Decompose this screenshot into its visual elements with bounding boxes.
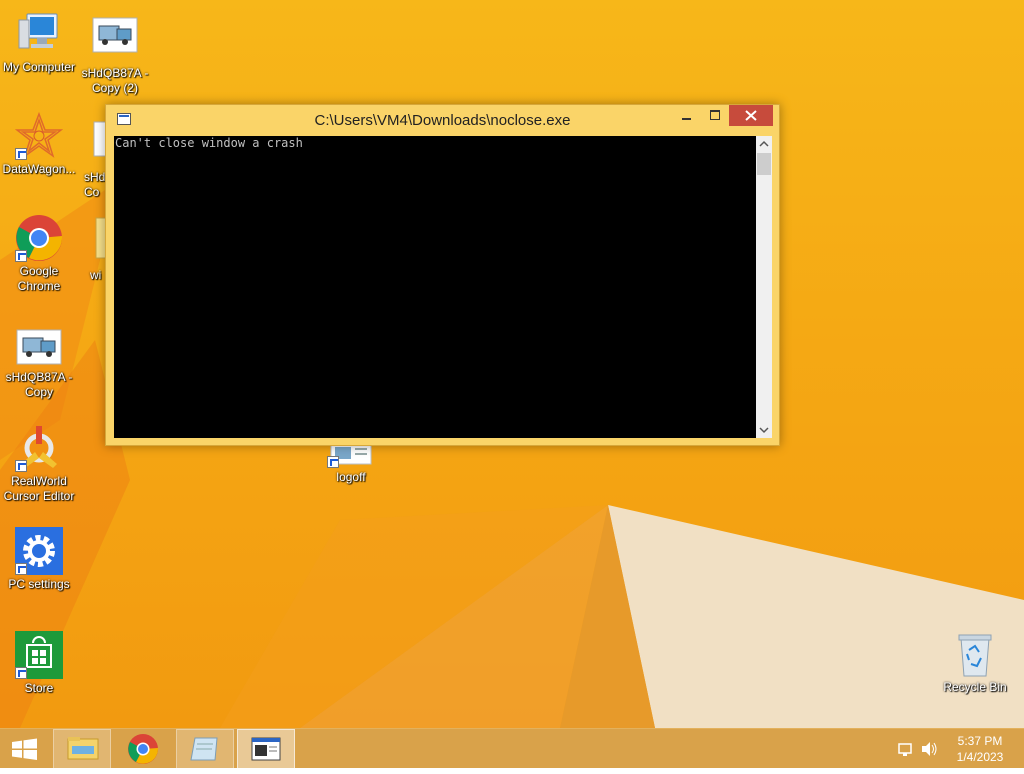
truck-image-icon <box>92 120 106 168</box>
chevron-down-icon <box>759 427 769 434</box>
desktop-icon-label: sHdQB87A - Copy (2) <box>81 66 149 95</box>
scroll-thumb[interactable] <box>757 153 771 175</box>
console-window[interactable]: C:\Users\VM4\Downloads\noclose.exe Can't… <box>105 104 780 446</box>
maximize-button[interactable] <box>701 105 728 126</box>
close-button[interactable] <box>729 105 773 126</box>
chrome-icon <box>15 214 63 262</box>
chrome-icon <box>128 734 159 764</box>
taskbar-chrome[interactable] <box>114 729 172 769</box>
taskbar-clock[interactable]: 5:37 PM 1/4/2023 <box>940 733 1020 765</box>
desktop-icon-label: My Computer <box>2 60 76 74</box>
notebook-icon <box>190 737 218 761</box>
gear-icon <box>15 527 63 575</box>
desktop: My Computer sHdQB87A - Copy (2) DataWago… <box>0 0 1024 728</box>
desktop-icon-shd-partial[interactable]: sHd Co <box>76 120 106 200</box>
speaker-icon <box>922 742 937 756</box>
network-tray-button[interactable] <box>896 729 916 769</box>
truck-image-icon <box>91 16 139 64</box>
shortcut-arrow-icon <box>15 250 27 262</box>
desktop-icon-label: RealWorld Cursor Editor <box>3 474 75 503</box>
desktop-icon-wi-partial[interactable]: wi <box>84 214 106 283</box>
logoff-icon <box>327 443 375 468</box>
desktop-icon-label: logoff <box>336 470 366 484</box>
vertical-scrollbar[interactable] <box>756 136 772 438</box>
shortcut-arrow-icon <box>15 148 27 160</box>
desktop-icon-logoff[interactable]: logoff <box>312 443 390 485</box>
cursor-editor-icon <box>15 424 63 472</box>
start-button[interactable] <box>0 729 50 769</box>
shortcut-arrow-icon <box>15 667 27 679</box>
shortcut-arrow-icon <box>15 460 27 472</box>
minimize-button[interactable] <box>672 105 700 126</box>
desktop-icon-datawagon[interactable]: DataWagon... <box>0 111 78 177</box>
windows-logo-icon <box>12 738 37 760</box>
desktop-icon-shdqb87a-copy[interactable]: sHdQB87A - Copy <box>0 328 78 400</box>
console-output-text: Can't close window a crash <box>115 136 303 150</box>
desktop-icon-label: wi <box>90 268 102 282</box>
desktop-icon-my-computer[interactable]: My Computer <box>0 10 78 75</box>
shortcut-arrow-icon <box>15 563 27 575</box>
shortcut-arrow-icon <box>327 456 339 468</box>
desktop-icon-label: Recycle Bin <box>943 680 1007 694</box>
desktop-icon-label: sHd Co <box>84 170 106 199</box>
console-icon <box>251 737 281 761</box>
truck-image-icon <box>15 328 63 368</box>
scroll-down-button[interactable] <box>756 422 772 438</box>
chevron-up-icon <box>759 140 769 147</box>
desktop-icon-shdqb87a-copy-2[interactable]: sHdQB87A - Copy (2) <box>76 16 154 96</box>
desktop-icon-label: DataWagon... <box>2 162 76 176</box>
desktop-icon-label: Google Chrome <box>17 264 61 293</box>
taskbar-console[interactable] <box>237 729 295 769</box>
desktop-icon-store[interactable]: Store <box>0 631 78 696</box>
desktop-icon-label: sHdQB87A - Copy <box>5 370 73 399</box>
recycle-bin-icon <box>955 632 995 678</box>
clock-date: 1/4/2023 <box>956 750 1004 764</box>
desktop-icon-pc-settings[interactable]: PC settings <box>0 527 78 592</box>
clock-time: 5:37 PM <box>957 734 1003 748</box>
desktop-icon-recycle-bin[interactable]: Recycle Bin <box>940 632 1010 694</box>
taskbar: 5:37 PM 1/4/2023 <box>0 728 1024 769</box>
desktop-icon-google-chrome[interactable]: Google Chrome <box>0 214 78 294</box>
scroll-up-button[interactable] <box>756 136 772 152</box>
datawagon-icon <box>14 111 64 160</box>
network-icon <box>898 743 912 756</box>
console-output-area[interactable]: Can't close window a crash <box>114 136 756 438</box>
close-icon <box>745 110 757 121</box>
volume-tray-button[interactable] <box>918 729 940 769</box>
desktop-icon-label: Store <box>24 681 54 695</box>
taskbar-file-explorer[interactable] <box>53 729 111 769</box>
taskbar-notebook[interactable] <box>176 729 234 769</box>
title-bar[interactable]: C:\Users\VM4\Downloads\noclose.exe <box>106 105 779 136</box>
computer-icon <box>15 10 63 58</box>
file-explorer-icon <box>67 737 99 760</box>
desktop-icon-realworld-cursor-editor[interactable]: RealWorld Cursor Editor <box>0 424 78 504</box>
desktop-icon-label: PC settings <box>8 577 70 591</box>
store-icon <box>15 631 63 679</box>
